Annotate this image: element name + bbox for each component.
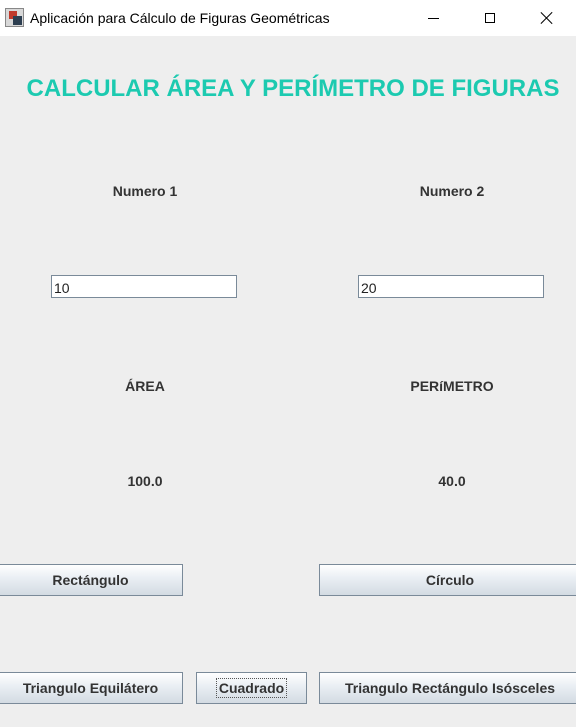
area-value: 100.0 bbox=[127, 473, 163, 489]
cuadrado-button-label: Cuadrado bbox=[215, 678, 288, 698]
app-geometry-icon bbox=[5, 8, 24, 27]
minimize-button[interactable] bbox=[404, 0, 462, 36]
window-title: Aplicación para Cálculo de Figuras Geomé… bbox=[30, 10, 330, 26]
rectangulo-button[interactable]: Rectángulo bbox=[0, 564, 183, 596]
triangulo-equilatero-button[interactable]: Triangulo Equilátero bbox=[0, 672, 183, 704]
numero2-input[interactable] bbox=[358, 275, 544, 298]
numero1-input[interactable] bbox=[51, 275, 237, 298]
close-icon bbox=[540, 11, 554, 25]
area-label: ÁREA bbox=[125, 378, 165, 394]
page-title: CALCULAR ÁREA Y PERÍMETRO DE FIGURAS bbox=[26, 75, 560, 102]
numero2-label: Numero 2 bbox=[419, 183, 485, 199]
maximize-button[interactable] bbox=[461, 0, 519, 36]
minimize-icon bbox=[427, 17, 439, 19]
cuadrado-button[interactable]: Cuadrado bbox=[196, 672, 307, 704]
triangulo-rectangulo-isosceles-button[interactable]: Triangulo Rectángulo Isósceles bbox=[319, 672, 576, 704]
maximize-icon bbox=[485, 13, 495, 23]
perimetro-label: PERíMETRO bbox=[410, 378, 494, 394]
numero1-label: Numero 1 bbox=[112, 183, 178, 199]
close-button[interactable] bbox=[518, 0, 576, 36]
window-titlebar: Aplicación para Cálculo de Figuras Geomé… bbox=[0, 0, 576, 36]
circulo-button[interactable]: Círculo bbox=[319, 564, 576, 596]
perimetro-value: 40.0 bbox=[438, 473, 466, 489]
